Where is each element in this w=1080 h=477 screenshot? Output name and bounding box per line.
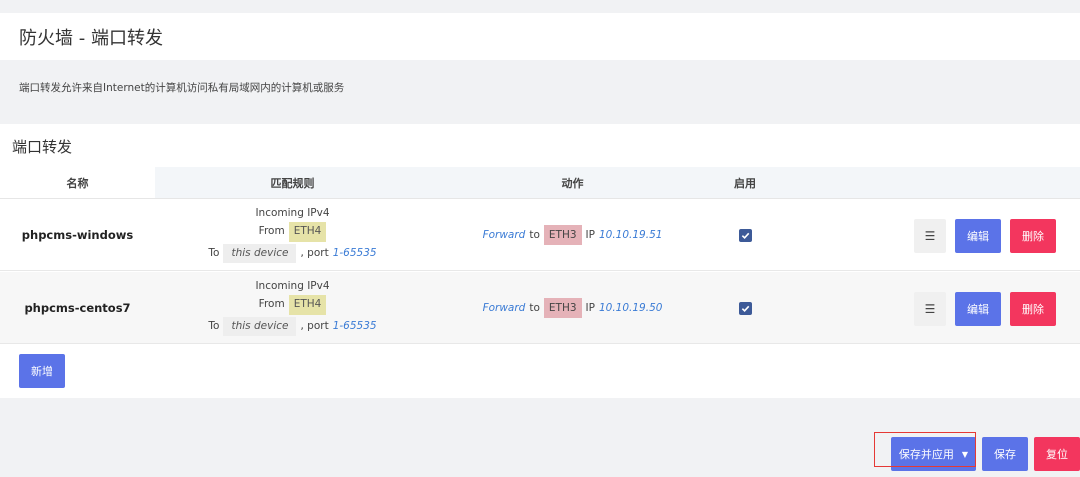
action-to: to — [529, 302, 540, 314]
enable-checkbox[interactable] — [738, 301, 752, 315]
delete-button[interactable]: 删除 — [1010, 219, 1056, 253]
dest-zone-badge: ETH3 — [543, 298, 582, 318]
rule-name: phpcms-windows — [21, 228, 134, 242]
dest-zone-badge: ETH3 — [543, 225, 582, 245]
port-forward-section: 端口转发 名称 匹配规则 动作 启用 phpcms-windows Incomi… — [0, 124, 1080, 398]
source-zone-badge: ETH4 — [288, 222, 327, 242]
action-to: to — [529, 229, 540, 241]
page-title-bar: 防火墙 - 端口转发 — [0, 13, 1080, 60]
page-description: 端口转发允许来自Internet的计算机访问私有局域网内的计算机或服务 — [19, 82, 345, 94]
column-header-buttons — [775, 167, 1080, 198]
table-row: phpcms-centos7 Incoming IPv4 From ETH4 T… — [0, 272, 1080, 344]
column-header-name: 名称 — [0, 167, 155, 198]
reset-button[interactable]: 复位 — [1034, 437, 1080, 471]
incoming-label: Incoming IPv4 — [255, 279, 330, 292]
column-header-enable: 启用 — [715, 167, 775, 198]
incoming-label: Incoming IPv4 — [255, 206, 330, 219]
rule-name: phpcms-centos7 — [24, 301, 131, 315]
port-label: , port — [300, 246, 329, 259]
edit-button[interactable]: 编辑 — [955, 292, 1001, 326]
to-label: To — [208, 246, 220, 259]
action-verb: Forward — [482, 229, 526, 241]
save-apply-label: 保存并应用 — [898, 448, 954, 461]
drag-menu-button[interactable]: ☰ — [914, 219, 946, 253]
save-apply-button[interactable]: 保存并应用 ▼ — [891, 437, 976, 471]
enable-cell — [715, 272, 775, 344]
drag-menu-button[interactable]: ☰ — [914, 292, 946, 326]
ip-value: 10.10.19.50 — [598, 302, 663, 314]
page-title: 防火墙 - 端口转发 — [19, 27, 163, 49]
delete-button[interactable]: 删除 — [1010, 292, 1056, 326]
enable-cell — [715, 199, 775, 271]
target-device-badge: this device — [223, 316, 297, 337]
port-label: , port — [300, 319, 329, 332]
ip-value: 10.10.19.51 — [598, 229, 663, 241]
table-row: phpcms-windows Incoming IPv4 From ETH4 T… — [0, 199, 1080, 271]
ip-label: IP — [585, 302, 595, 314]
caret-down-icon[interactable]: ▼ — [962, 450, 968, 459]
match-rule: Incoming IPv4 From ETH4 To this device ,… — [155, 199, 430, 271]
add-button[interactable]: 新增 — [19, 354, 65, 388]
section-title: 端口转发 — [12, 138, 73, 156]
source-zone-badge: ETH4 — [288, 295, 327, 315]
port-value: 1-65535 — [332, 319, 377, 332]
column-header-action: 动作 — [430, 167, 715, 198]
to-label: To — [208, 319, 220, 332]
enable-checkbox[interactable] — [738, 228, 752, 242]
action-verb: Forward — [482, 302, 526, 314]
save-button[interactable]: 保存 — [982, 437, 1028, 471]
target-device-badge: this device — [223, 243, 297, 264]
from-label: From — [258, 225, 285, 238]
ip-label: IP — [585, 229, 595, 241]
edit-button[interactable]: 编辑 — [955, 219, 1001, 253]
row-actions: ☰ 编辑 删除 — [914, 292, 1056, 326]
column-header-match: 匹配规则 — [155, 167, 430, 198]
row-actions: ☰ 编辑 删除 — [914, 219, 1056, 253]
check-icon — [741, 305, 749, 312]
action-rule: Forward to ETH3 IP 10.10.19.50 — [430, 272, 715, 344]
table-header: 名称 匹配规则 动作 启用 — [0, 167, 1080, 199]
port-value: 1-65535 — [332, 246, 377, 259]
from-label: From — [258, 298, 285, 311]
match-rule: Incoming IPv4 From ETH4 To this device ,… — [155, 272, 430, 344]
action-rule: Forward to ETH3 IP 10.10.19.51 — [430, 199, 715, 271]
check-icon — [741, 232, 749, 239]
